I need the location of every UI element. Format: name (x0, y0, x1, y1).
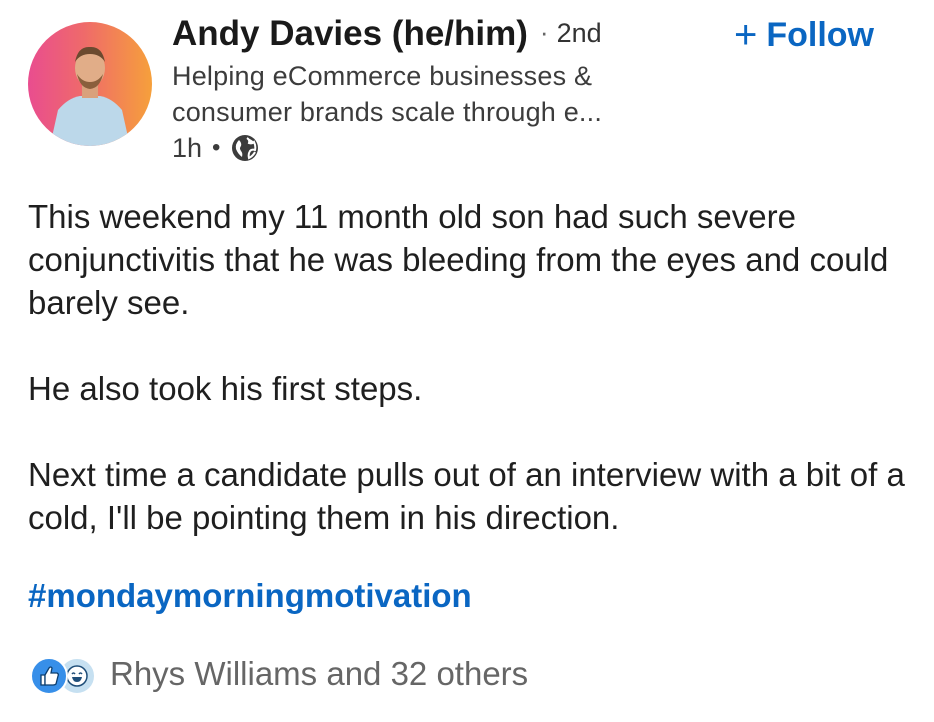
reaction-count: Rhys Williams and 32 others (110, 655, 529, 692)
meta-separator: • (212, 134, 221, 161)
author-name[interactable]: Andy Davies (he/him) (172, 14, 528, 53)
posted-time: 1h (172, 132, 203, 163)
post-paragraph: He also took his first steps. (28, 370, 423, 407)
hashtag-link[interactable]: #mondaymorningmotivation (28, 574, 472, 617)
follow-label: Follow (766, 15, 875, 54)
post-body: This weekend my 11 month old son had suc… (28, 195, 908, 582)
globe-icon (230, 133, 260, 163)
reactions-summary[interactable]: Rhys Williams and 32 others (30, 652, 528, 696)
linkedin-post: Andy Davies (he/him) · 2nd + Follow Helpin… (0, 0, 934, 722)
post-meta: 1h • (172, 130, 260, 166)
author-name-row: Andy Davies (he/him) · 2nd (172, 10, 602, 56)
post-paragraph: Next time a candidate pulls out of an in… (28, 456, 905, 536)
post-paragraph: This weekend my 11 month old son had suc… (28, 198, 889, 321)
reaction-icons (30, 654, 102, 695)
connection-degree: 2nd (556, 18, 602, 48)
name-degree-separator: · (539, 17, 549, 47)
follow-button[interactable]: + Follow (734, 14, 874, 56)
plus-icon: + (734, 13, 758, 57)
like-icon (30, 657, 68, 695)
author-headline: Helping eCommerce businesses & consumer … (172, 61, 603, 127)
avatar[interactable] (28, 22, 152, 146)
